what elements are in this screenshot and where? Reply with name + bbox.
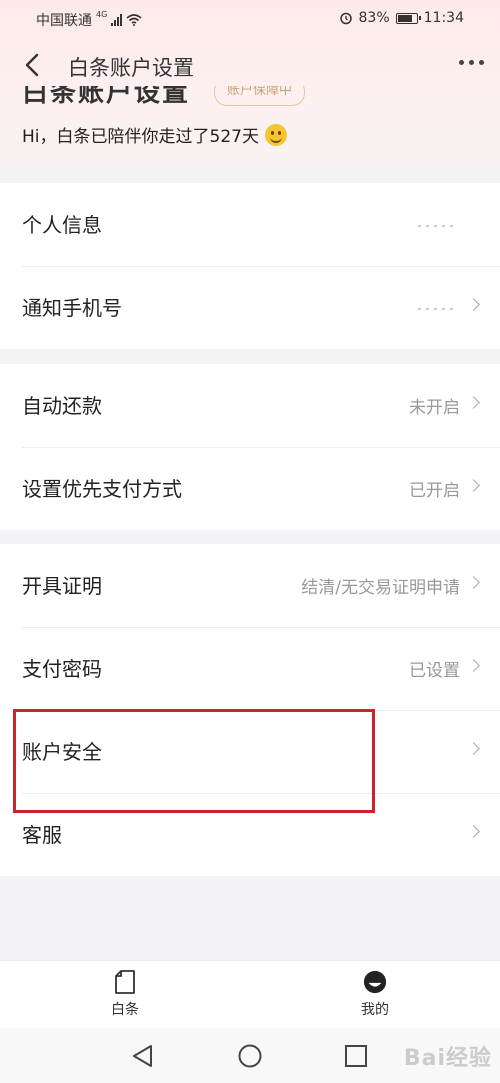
row-value: 未开启: [409, 398, 460, 418]
status-bar: 中国联通 4G 83% 11:34: [0, 0, 500, 36]
tab-label: 白条: [111, 1002, 139, 1018]
masked-value: [418, 308, 458, 310]
row-label: 个人信息: [22, 213, 102, 237]
settings-group-payment: 自动还款 未开启 设置优先支付方式 已开启: [0, 364, 500, 530]
nav-bar: 白条账户设置: [0, 40, 500, 92]
row-priority-payment[interactable]: 设置优先支付方式 已开启: [0, 447, 500, 530]
row-customer-service[interactable]: 客服: [0, 793, 500, 876]
row-auto-repay[interactable]: 自动还款 未开启: [0, 364, 500, 447]
battery-percent: 83%: [358, 10, 390, 26]
row-label: 客服: [22, 823, 62, 847]
greeting-text: Hi，白条已陪伴你走过了527天: [22, 122, 287, 147]
row-value: 结清/无交易证明申请: [301, 578, 460, 598]
alarm-icon: [339, 12, 352, 25]
card-icon: [115, 970, 135, 994]
row-label: 开具证明: [22, 574, 102, 598]
signal-icon: [111, 14, 123, 26]
masked-value: [418, 225, 458, 227]
square-recents-icon[interactable]: [342, 1042, 370, 1070]
row-account-security[interactable]: 账户安全: [0, 710, 500, 793]
row-label: 支付密码: [22, 657, 102, 681]
chevron-right-icon: [467, 479, 480, 492]
page-title: 白条账户设置: [68, 56, 194, 80]
chevron-left-icon[interactable]: [20, 52, 46, 78]
battery-icon: [395, 12, 421, 24]
settings-group-profile: 个人信息 通知手机号: [0, 183, 500, 349]
carrier-name: 中国联通: [36, 13, 92, 29]
row-value: 已开启: [409, 481, 460, 501]
chevron-right-icon: [467, 396, 480, 409]
row-payment-password[interactable]: 支付密码 已设置: [0, 627, 500, 710]
tab-baitiao[interactable]: 白条: [65, 969, 185, 1019]
row-notify-phone[interactable]: 通知手机号: [0, 266, 500, 349]
greeting-message: Hi，白条已陪伴你走过了527天: [22, 127, 259, 147]
clock-time: 11:34: [423, 10, 464, 26]
row-certificate[interactable]: 开具证明 结清/无交易证明申请: [0, 544, 500, 627]
wifi-icon: [126, 14, 142, 26]
watermark: Bai经验: [403, 1046, 492, 1071]
header-title: 白条账户设置: [22, 86, 191, 106]
row-value: 已设置: [409, 661, 460, 681]
chevron-right-icon: [467, 576, 480, 589]
network-type: 4G: [96, 9, 108, 19]
tab-mine[interactable]: 我的: [315, 969, 435, 1019]
row-label: 通知手机号: [22, 296, 122, 320]
triangle-back-icon[interactable]: [129, 1042, 157, 1070]
row-personal-info[interactable]: 个人信息: [0, 183, 500, 266]
more-dots-icon[interactable]: [457, 54, 486, 71]
chevron-right-icon: [467, 298, 480, 311]
chevron-right-icon: [467, 825, 480, 838]
circle-home-icon[interactable]: [236, 1042, 264, 1070]
settings-group-account: 开具证明 结清/无交易证明申请 支付密码 已设置 账户安全 客服: [0, 544, 500, 876]
row-label: 账户安全: [22, 740, 102, 764]
profile-face-icon: [363, 970, 387, 994]
row-label: 设置优先支付方式: [22, 477, 182, 501]
smile-emoji-icon: [264, 123, 287, 146]
tab-bar: 白条 我的: [0, 960, 500, 1029]
chevron-right-icon: [467, 659, 480, 672]
tab-label: 我的: [361, 1002, 389, 1018]
row-label: 自动还款: [22, 394, 102, 418]
header-peek: 白条账户设置 账户保障中: [22, 86, 362, 106]
security-badge: 账户保障中: [214, 86, 306, 106]
chevron-right-icon: [467, 742, 480, 755]
